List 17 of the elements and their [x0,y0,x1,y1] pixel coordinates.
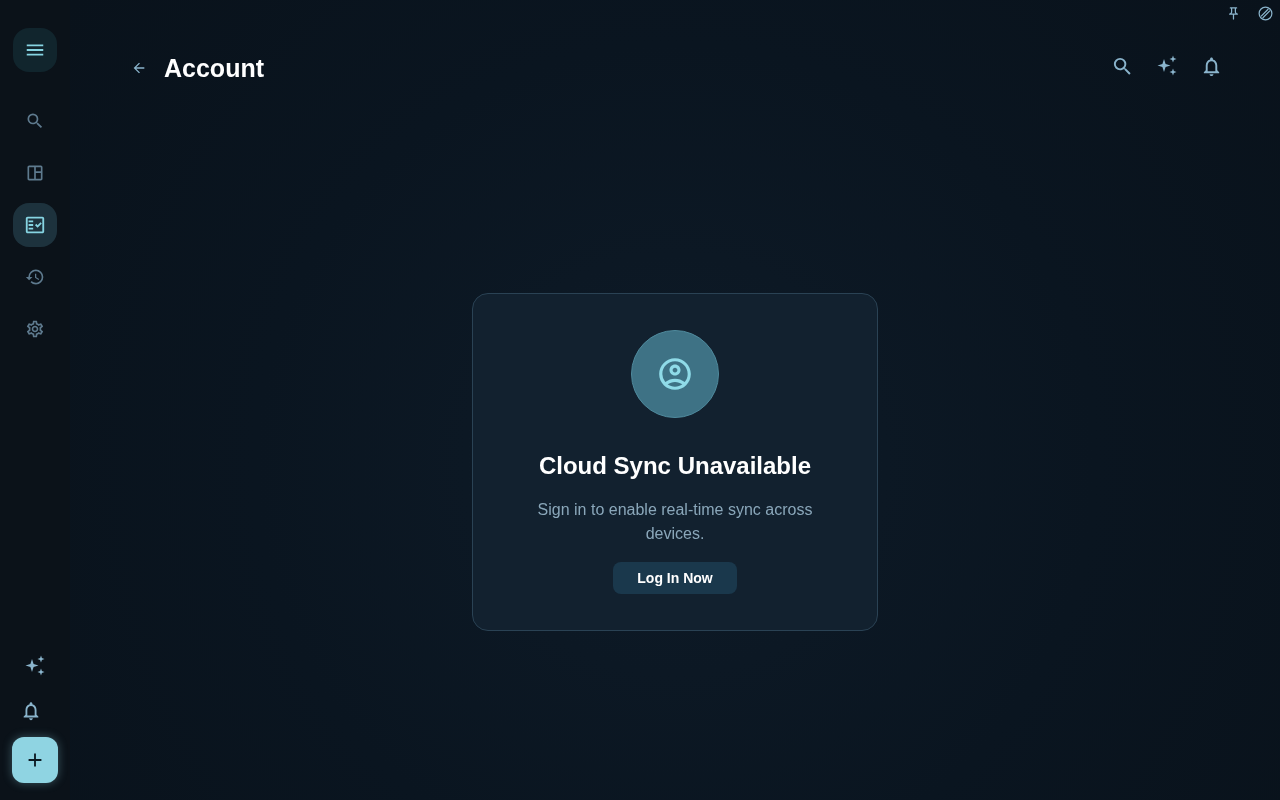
history-icon [25,267,45,287]
add-button[interactable] [12,737,58,783]
login-button[interactable]: Log In Now [613,562,737,594]
settings-icon [25,319,45,339]
card-message: Sign in to enable real-time sync across devices. [536,500,814,544]
pin-icon [1226,5,1241,21]
back-button[interactable] [131,60,147,76]
back-arrow-icon [131,60,147,76]
menu-button[interactable] [13,28,57,72]
search-icon [25,111,45,131]
dashboard-layout-icon [25,163,45,183]
nav-item[interactable] [13,203,57,247]
screen-rotate-icon[interactable] [1258,5,1273,21]
checklist-icon [24,214,46,236]
card-title: Cloud Sync Unavailable [538,451,812,481]
pin-button[interactable] [1226,5,1241,21]
page-title: Account [164,53,264,84]
